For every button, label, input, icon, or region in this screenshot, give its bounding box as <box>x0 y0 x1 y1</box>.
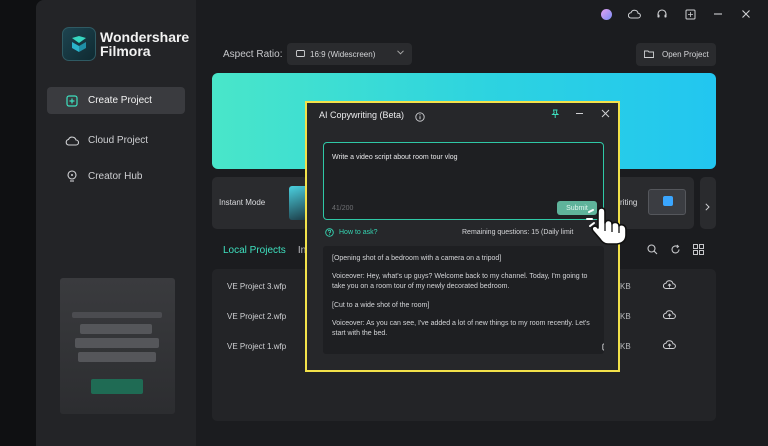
sidebar-item-creator-hub[interactable]: Creator Hub <box>47 163 185 190</box>
project-name: VE Project 3.wfp <box>227 282 287 291</box>
chevron-down-icon <box>397 48 404 57</box>
folder-icon <box>644 50 654 60</box>
promo-line <box>78 352 156 362</box>
result-panel[interactable]: [Opening shot of a bedroom with a camera… <box>323 246 604 354</box>
cloud-upload-icon[interactable] <box>662 339 676 352</box>
pin-icon[interactable] <box>550 109 560 122</box>
open-project-button[interactable]: Open Project <box>636 43 716 66</box>
cloud-upload-icon[interactable] <box>662 279 676 292</box>
sidebar-item-label: Creator Hub <box>88 171 143 182</box>
refresh-icon[interactable] <box>669 243 682 256</box>
aspect-ratio-select[interactable]: 16:9 (Widescreen) <box>287 43 412 65</box>
instant-mode-label: Instant Mode <box>219 198 266 207</box>
promo-line <box>75 338 159 348</box>
filmora-logo <box>62 27 96 61</box>
how-to-ask-label: How to ask? <box>339 229 378 236</box>
result-paragraph: [Opening shot of a bedroom with a camera… <box>332 255 502 262</box>
result-paragraph: Voiceover: As you can see, I've added a … <box>332 320 590 337</box>
promo-line <box>80 324 152 334</box>
promo-card[interactable] <box>60 278 175 414</box>
search-icon[interactable] <box>646 243 659 256</box>
result-paragraph: Voiceover: Hey, what's up guys? Welcome … <box>332 273 588 290</box>
aspect-ratio-value: 16:9 (Widescreen) <box>310 49 376 59</box>
brand-name: Wondershare Filmora <box>100 30 189 58</box>
close-icon[interactable] <box>601 109 610 121</box>
prompt-text: Write a video script about room tour vlo… <box>332 154 458 161</box>
settings-icon[interactable] <box>682 6 698 22</box>
cloud-sync-icon[interactable] <box>626 6 642 22</box>
sidebar-item-label: Cloud Project <box>88 135 149 146</box>
project-size: KB <box>620 312 631 321</box>
instant-mode-card[interactable]: Instant Mode <box>212 177 308 229</box>
window-controls <box>598 6 754 22</box>
tab-local-projects[interactable]: Local Projects <box>223 245 286 256</box>
character-counter: 41/200 <box>332 205 354 212</box>
project-size: KB <box>620 342 631 351</box>
how-to-ask-link[interactable]: How to ask? <box>325 228 378 237</box>
account-avatar[interactable] <box>598 6 614 22</box>
remaining-questions: Remaining questions: 15 (Daily limit <box>462 229 574 236</box>
project-size: KB <box>620 282 631 291</box>
grid-view-icon[interactable] <box>692 243 705 256</box>
close-icon[interactable] <box>738 6 754 22</box>
copy-icon[interactable] <box>602 338 604 354</box>
sidebar-item-create-project[interactable]: Create Project <box>47 87 185 114</box>
project-name: VE Project 1.wfp <box>227 342 287 351</box>
sidebar-item-label: Create Project <box>88 95 152 106</box>
aspect-ratio-label: Aspect Ratio: <box>223 49 283 60</box>
ai-copywriting-thumbnail-accent <box>663 196 673 206</box>
brand-line2: Filmora <box>100 43 151 59</box>
promo-button[interactable] <box>91 379 143 394</box>
prompt-input[interactable]: Write a video script about room tour vlo… <box>323 142 604 220</box>
minimize-icon[interactable] <box>710 6 726 22</box>
hand-cursor-icon <box>584 204 630 251</box>
info-icon[interactable] <box>415 109 425 127</box>
scroll-right-button[interactable] <box>700 177 716 229</box>
help-icon <box>325 228 334 237</box>
chevron-right-icon <box>705 198 710 216</box>
sidebar-item-cloud-project[interactable]: Cloud Project <box>47 127 185 154</box>
result-paragraph: [Cut to a wide shot of the room] <box>332 302 430 309</box>
brand-line1: Wondershare <box>100 29 190 45</box>
lightbulb-icon <box>65 170 79 184</box>
avatar <box>600 8 612 20</box>
ai-copywriting-dialog: AI Copywriting (Beta) Write a video scri… <box>305 101 620 372</box>
headset-icon[interactable] <box>654 6 670 22</box>
promo-line <box>72 312 162 318</box>
plus-square-icon <box>65 94 79 108</box>
dialog-title: AI Copywriting (Beta) <box>319 110 405 120</box>
list-tools <box>646 243 705 256</box>
cloud-upload-icon[interactable] <box>662 309 676 322</box>
cloud-icon <box>65 134 79 148</box>
project-name: VE Project 2.wfp <box>227 312 287 321</box>
open-project-label: Open Project <box>662 50 709 59</box>
screen-icon <box>296 49 305 59</box>
minimize-icon[interactable] <box>575 109 584 121</box>
project-tabs: Local Projects Ins <box>223 245 311 256</box>
